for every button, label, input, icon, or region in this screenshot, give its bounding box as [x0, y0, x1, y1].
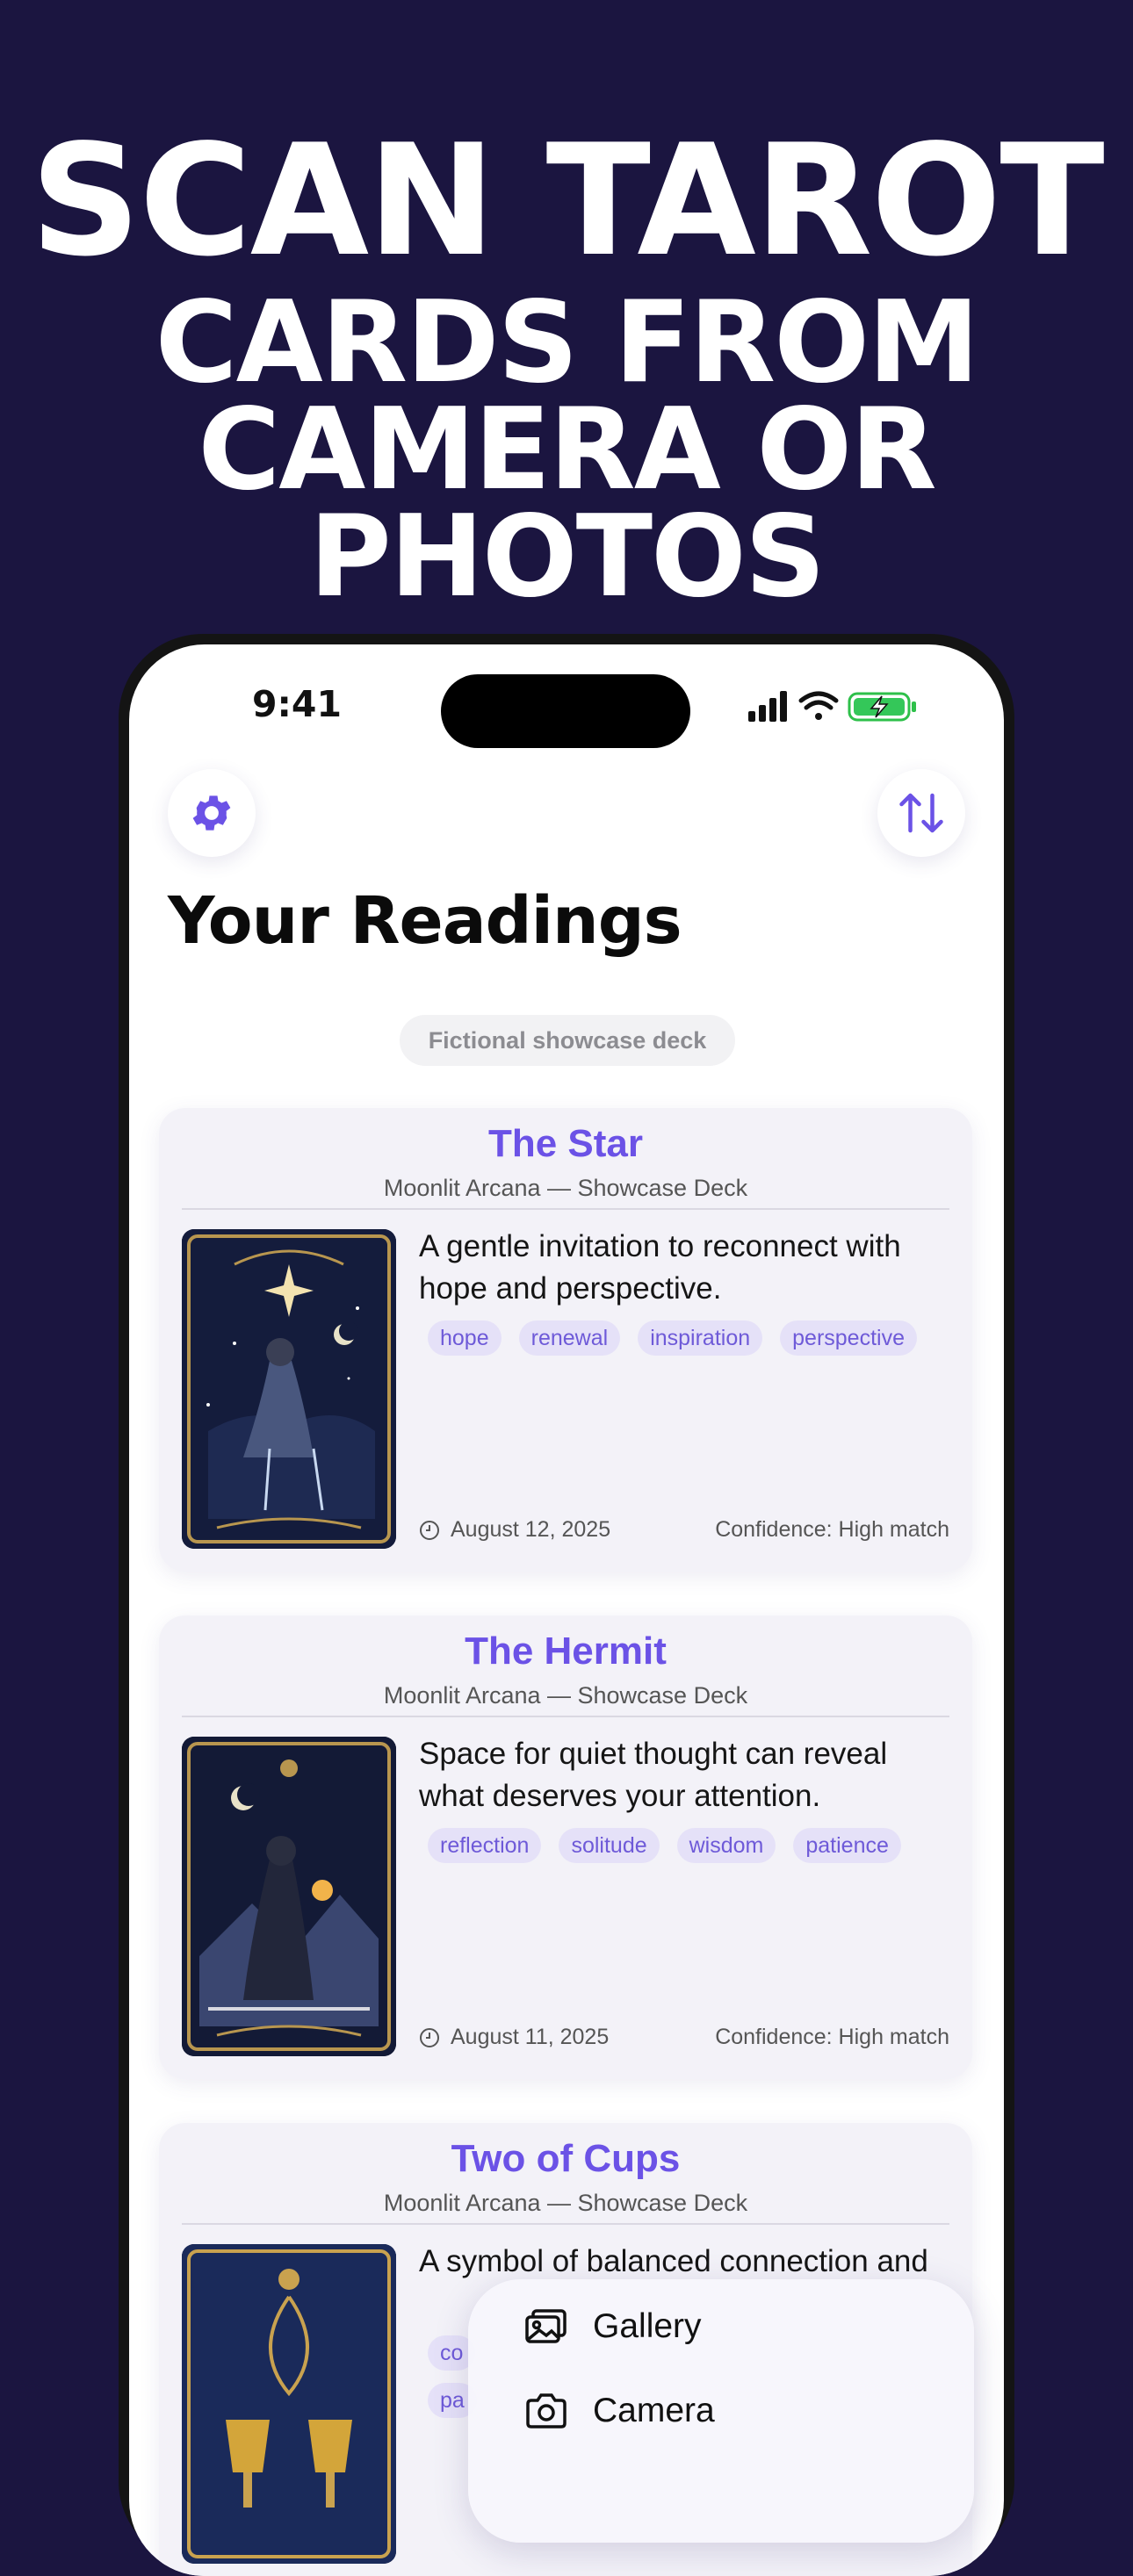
settings-button[interactable] [168, 769, 256, 857]
sort-arrows-icon [899, 793, 943, 833]
camera-label: Camera [593, 2392, 715, 2429]
card-confidence: Confidence: High match [715, 1517, 949, 1542]
card-date: August 11, 2025 [451, 2025, 610, 2049]
camera-icon [526, 2393, 566, 2428]
divider [182, 1208, 949, 1210]
status-icons [748, 691, 916, 722]
divider [182, 2223, 949, 2225]
card-deck: Moonlit Arcana — Showcase Deck [383, 1682, 748, 1709]
tag-list: reflection solitude wisdom patience [428, 1828, 946, 1875]
wifi-icon [798, 691, 839, 720]
card-description: Space for quiet thought can reveal what … [419, 1737, 888, 1813]
tag-list: hope renewal inspiration perspective [428, 1320, 946, 1368]
card-deck: Moonlit Arcana — Showcase Deck [383, 1175, 748, 1201]
tag[interactable]: reflection [428, 1828, 542, 1863]
card-description: A gentle invitation to reconnect with ho… [419, 1229, 901, 1306]
reading-card[interactable]: The Hermit Moonlit Arcana — Showcase Dec… [159, 1615, 972, 2079]
cellular-signal-icon [748, 691, 787, 722]
card-description: A symbol of balanced connection and [419, 2244, 928, 2278]
page-title: Your Readings [168, 883, 682, 959]
clock-icon [420, 2027, 439, 2047]
card-deck: Moonlit Arcana — Showcase Deck [383, 2190, 748, 2216]
photo-gallery-icon [525, 2309, 566, 2343]
camera-menu-item[interactable]: Camera [524, 2385, 715, 2437]
card-date-row: August 12, 2025 [419, 1517, 610, 1543]
gear-icon [192, 795, 231, 831]
card-title: The Hermit [465, 1630, 667, 1673]
tarot-card-image [182, 1229, 396, 1549]
tag[interactable]: inspiration [638, 1320, 763, 1356]
headline-line-1: SCAN TAROT [30, 112, 1104, 291]
status-time: 9:41 [252, 683, 342, 725]
sort-button[interactable] [877, 769, 965, 857]
gallery-label: Gallery [593, 2307, 702, 2345]
card-date-row: August 11, 2025 [419, 2025, 609, 2050]
battery-charging-icon [848, 692, 916, 722]
card-title: Two of Cups [451, 2137, 681, 2180]
clock-icon [420, 1520, 439, 1540]
tag[interactable]: solitude [559, 1828, 660, 1863]
tag[interactable]: hope [428, 1320, 502, 1356]
tag[interactable]: perspective [780, 1320, 917, 1356]
gallery-menu-item[interactable]: Gallery [524, 2300, 702, 2353]
deck-label-pill: Fictional showcase deck [400, 1015, 735, 1066]
headline-line-2: CARDS FROM CAMERA OR PHOTOS [155, 277, 980, 622]
tarot-card-image [182, 1737, 396, 2056]
add-reading-menu: Gallery Camera [468, 2279, 974, 2543]
reading-card[interactable]: The Star Moonlit Arcana — Showcase Deck … [159, 1108, 972, 1572]
tarot-card-image [182, 2244, 396, 2564]
tag[interactable]: wisdom [676, 1828, 776, 1863]
card-title: The Star [487, 1122, 644, 1165]
dynamic-island [441, 674, 690, 748]
app-screen: 9:41 Your Readings Fictional showcase de… [129, 644, 1004, 2576]
divider [182, 1716, 949, 1717]
tag[interactable]: renewal [518, 1320, 621, 1356]
card-confidence: Confidence: High match [715, 2025, 949, 2049]
card-date: August 12, 2025 [451, 1517, 611, 1542]
tag[interactable]: patience [793, 1828, 901, 1863]
